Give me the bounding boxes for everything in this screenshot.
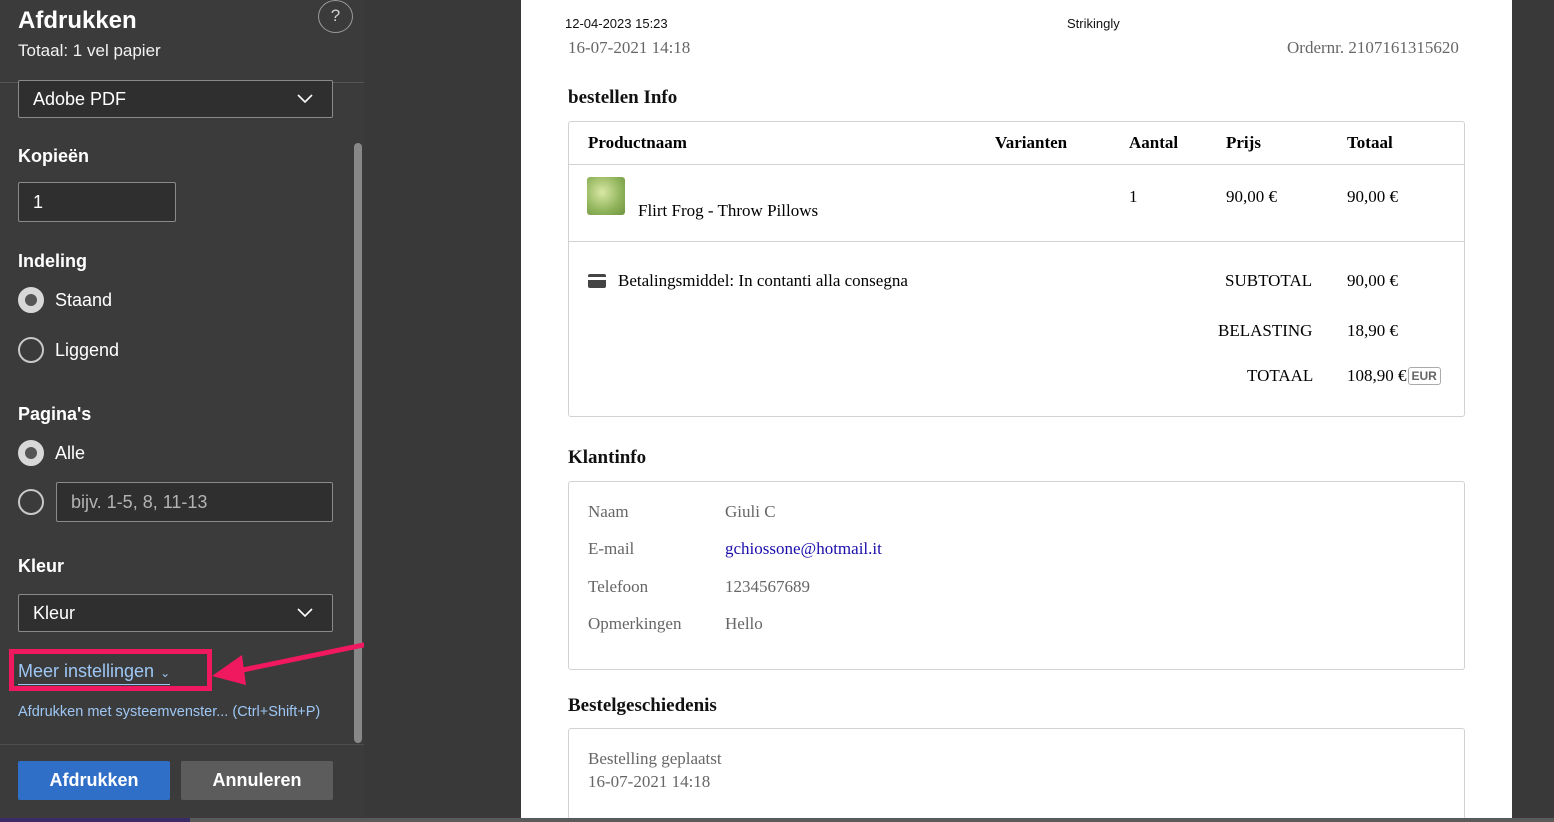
order-history-title: Bestelgeschiedenis (568, 695, 717, 716)
print-timestamp: 12-04-2023 15:23 (565, 16, 668, 31)
col-product: Productnaam (588, 133, 687, 152)
copies-input[interactable]: 1 (18, 182, 176, 222)
layout-portrait-radio[interactable] (18, 287, 44, 313)
layout-portrait-label: Staand (55, 290, 113, 310)
col-variants: Varianten (995, 133, 1068, 152)
order-number: Ordernr. 2107161315620 (1287, 38, 1459, 57)
subtotal-label: SUBTOTAL (1225, 271, 1313, 290)
customer-notes-label: Opmerkingen (588, 614, 682, 633)
layout-label: Indeling (18, 251, 87, 271)
total-label: TOTAAL (1247, 366, 1314, 385)
total-value: 108,90 € EUR (1347, 366, 1441, 386)
site-name: Strikingly (1067, 16, 1120, 31)
table-divider (569, 241, 1464, 242)
pages-all-label: Alle (55, 443, 86, 463)
print-settings-panel: Afdrukken Totaal: 1 vel papier ? Adobe P… (0, 0, 364, 822)
customer-card (568, 481, 1465, 670)
product-thumbnail (587, 177, 625, 215)
help-icon: ? (330, 6, 341, 25)
layout-landscape-label: Liggend (55, 340, 120, 360)
credit-card-icon (588, 274, 606, 288)
dialog-title: Afdrukken (18, 7, 137, 34)
item-name: Flirt Frog - Throw Pillows (638, 201, 819, 220)
panel-header: Afdrukken Totaal: 1 vel papier ? (0, 0, 364, 83)
color-value: Kleur (33, 603, 76, 623)
printer-select[interactable]: Adobe PDF (18, 80, 333, 118)
table-divider (569, 164, 1464, 165)
customer-phone: 1234567689 (725, 577, 810, 596)
annotation-highlight-box (9, 649, 212, 691)
customer-info-title: Klantinfo (568, 447, 647, 468)
customer-name: Giuli C (725, 502, 776, 521)
order-info-title: bestellen Info (568, 87, 678, 108)
tax-label: BELASTING (1218, 321, 1313, 340)
customer-email-link[interactable]: gchiossone@hotmail.it (725, 539, 882, 559)
sheet-count: Totaal: 1 vel papier (18, 41, 161, 60)
pages-range-input[interactable]: bijv. 1-5, 8, 11-13 (56, 482, 333, 522)
col-price: Prijs (1226, 133, 1261, 152)
preview-margin (1512, 0, 1554, 822)
pages-label: Pagina's (18, 404, 92, 424)
customer-notes: Hello (725, 614, 763, 633)
print-button[interactable]: Afdrukken (18, 761, 170, 800)
chevron-down-icon (297, 94, 313, 104)
printer-value: Adobe PDF (33, 89, 127, 109)
tax-value: 18,90 € (1347, 321, 1398, 340)
help-button[interactable]: ? (318, 0, 353, 33)
item-price: 90,00 € (1226, 187, 1277, 206)
taskbar-accent (0, 818, 190, 822)
order-table (568, 121, 1465, 417)
copies-label: Kopieën (18, 146, 90, 166)
history-event: Bestelling geplaatst (588, 749, 722, 768)
payment-method: Betalingsmiddel: In contanti alla conseg… (618, 271, 908, 290)
customer-email-label: E-mail (588, 539, 635, 558)
layout-landscape-radio[interactable] (18, 337, 44, 363)
currency-badge: EUR (1407, 367, 1441, 385)
total-amount: 108,90 € (1347, 366, 1407, 385)
customer-phone-label: Telefoon (588, 577, 649, 596)
pages-custom-radio[interactable] (18, 489, 44, 515)
customer-name-label: Naam (588, 502, 629, 521)
cancel-button[interactable]: Annuleren (181, 761, 333, 800)
item-total: 90,00 € (1347, 187, 1398, 206)
history-date: 16-07-2021 14:18 (588, 772, 711, 791)
pages-all-radio[interactable] (18, 440, 44, 466)
bottom-edge (0, 818, 1554, 822)
col-total: Totaal (1347, 133, 1393, 152)
col-quantity: Aantal (1129, 133, 1179, 152)
color-label: Kleur (18, 556, 65, 576)
item-quantity: 1 (1129, 187, 1138, 206)
subtotal-value: 90,00 € (1347, 271, 1398, 290)
system-dialog-link[interactable]: Afdrukken met systeemvenster... (Ctrl+Sh… (18, 704, 320, 720)
order-date: 16-07-2021 14:18 (568, 38, 691, 57)
footer-divider (0, 744, 364, 745)
